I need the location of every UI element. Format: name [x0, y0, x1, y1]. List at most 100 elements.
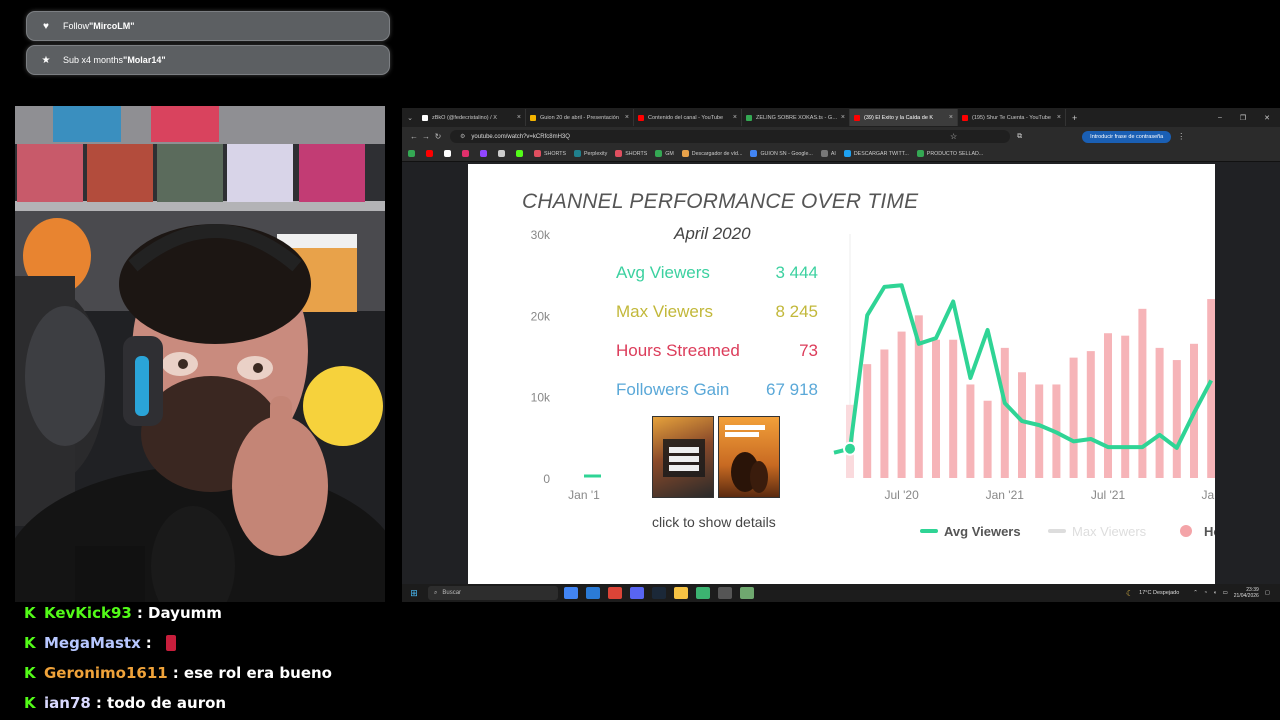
legend-label: Avg Viewers [944, 524, 1021, 539]
bookmark-item[interactable] [426, 150, 436, 157]
bookmark-item[interactable] [498, 150, 508, 157]
site-info-icon[interactable]: ⚙ [460, 133, 465, 140]
bookmark-item[interactable]: GUION SN - Google... [750, 150, 813, 157]
menu-icon[interactable]: ⋮ [1177, 132, 1185, 141]
alert-username: "Molar14" [123, 55, 166, 65]
x-tick-label: Jul '21 [1091, 488, 1126, 502]
edge-icon[interactable] [586, 587, 600, 599]
taskbar-search-input[interactable]: ⌕ Buscar [428, 586, 558, 600]
webcam-image [15, 106, 385, 602]
alert-username: "MircoLM" [89, 21, 135, 31]
weather-moon-icon: ☾ [1126, 588, 1134, 598]
chat-text: : todo de auron [95, 694, 227, 712]
browser-tab[interactable]: zBkO (@fedecristalino) / X × [418, 109, 526, 126]
kick-badge-icon: K [24, 694, 36, 712]
close-icon[interactable]: × [1057, 114, 1061, 121]
alert-prefix: Follow [63, 21, 90, 31]
bookmark-item[interactable]: SHORTS [615, 150, 647, 157]
chat-text: : Dayumm [136, 604, 222, 622]
browser-tab[interactable]: ZELING SOBRE XOKAS.ts - Goo × [742, 109, 850, 126]
chat-username[interactable]: ian78 [44, 694, 91, 712]
browser-tab-active[interactable]: (39) El Éxito y la Caída de K × [850, 109, 958, 126]
password-button[interactable]: Introducir frase de contraseña [1082, 130, 1172, 143]
clock[interactable]: 23:39 21/04/2026 [1234, 587, 1259, 599]
chart-bar [1086, 351, 1095, 478]
bookmark-item[interactable]: PRODUCTO SELLAD... [916, 150, 983, 157]
notion-icon[interactable] [718, 587, 732, 599]
youtube-icon [962, 114, 968, 121]
chat-message: K Geronimo1611 : ese rol era bueno [24, 660, 332, 686]
star-icon: ★ [41, 54, 51, 66]
close-icon[interactable]: × [949, 114, 953, 121]
alert-prefix: Sub x4 months [63, 55, 124, 65]
legend-label: Ho [1204, 524, 1215, 539]
bookmark-item[interactable] [480, 150, 490, 157]
bookmark-item[interactable] [516, 150, 526, 157]
reload-icon[interactable]: ↻ [432, 132, 444, 141]
folder-icon[interactable] [674, 587, 688, 599]
volume-icon[interactable]: ◖ [1213, 590, 1216, 596]
chart-bar [1104, 333, 1112, 478]
webcam-feed [15, 106, 385, 602]
emote-icon [165, 635, 176, 651]
y-tick-label: 30k [531, 228, 551, 242]
bookmark-item[interactable]: Perplexity [573, 150, 607, 157]
close-icon[interactable]: × [625, 114, 629, 121]
tab-bar: ⌄ zBkO (@fedecristalino) / X × Guion 20 d… [402, 108, 1280, 127]
close-icon[interactable]: × [733, 114, 737, 121]
chat-username[interactable]: Geronimo1611 [44, 664, 168, 682]
chart-bar [983, 400, 992, 478]
chart-bar [1035, 384, 1044, 478]
new-tab-icon[interactable]: + [1072, 113, 1077, 123]
chat-username[interactable]: MegaMastx [44, 634, 141, 652]
browser-tab[interactable]: Guion 20 de abril - Presentación × [526, 109, 634, 126]
chart-bar [897, 331, 906, 478]
bookmark-item[interactable]: GM [655, 150, 674, 157]
maximize-icon[interactable]: ❐ [1240, 114, 1246, 122]
chart-bar [1138, 308, 1147, 478]
wifi-icon[interactable]: ◔ [1204, 590, 1207, 596]
browser-tab[interactable]: (195) Shur Te Cuenta - YouTube × [958, 109, 1066, 126]
y-tick-label: 10k [531, 391, 551, 405]
bookmark-item[interactable] [462, 150, 472, 157]
bookmark-item[interactable]: AI [820, 150, 836, 157]
notifications-icon[interactable]: ▢ [1265, 590, 1270, 596]
legend-label: Max Viewers [1072, 524, 1147, 539]
back-icon[interactable]: ← [408, 132, 420, 141]
url-input[interactable]: ⚙ youtube.com/watch?v=kCRfc8mH3Q [450, 130, 1010, 143]
battery-icon[interactable]: ▭ [1223, 590, 1228, 596]
chrome-icon[interactable] [564, 587, 578, 599]
bookmark-star-icon[interactable]: ☆ [950, 132, 957, 141]
search-icon: ⌕ [434, 589, 438, 596]
x-icon [422, 114, 428, 121]
x-tick-label: Jan [1202, 488, 1215, 502]
tray-chevron-icon[interactable]: ⌃ [1193, 590, 1198, 596]
app-icon[interactable] [740, 587, 754, 599]
chat-username[interactable]: KevKick93 [44, 604, 132, 622]
app-icon[interactable] [696, 587, 710, 599]
forward-icon[interactable]: → [420, 132, 432, 141]
youtube-icon [854, 114, 860, 121]
y-tick-label: 20k [531, 309, 551, 323]
close-window-icon[interactable]: ✕ [1264, 114, 1270, 122]
video-frame[interactable]: CHANNEL PERFORMANCE OVER TIME April 2020… [468, 164, 1215, 585]
windows-start-icon[interactable]: ⊞ [406, 588, 422, 599]
bookmark-item[interactable]: DESCARGAR TWITT... [843, 150, 909, 157]
steam-icon[interactable] [652, 587, 666, 599]
tab-search-icon[interactable]: ⌄ [402, 114, 418, 122]
minimize-icon[interactable]: – [1218, 114, 1222, 122]
browser-tab[interactable]: Contenido del canal - YouTube × [634, 109, 742, 126]
discord-icon[interactable] [630, 587, 644, 599]
performance-chart: 0 10k 20k 30k Jan '1 Jul '20 Jan '21 Jul '21 Jan… [531, 228, 1215, 539]
bookmark-item[interactable]: SHORTS [534, 150, 566, 157]
bookmark-item[interactable] [444, 150, 454, 157]
close-icon[interactable]: × [517, 114, 521, 121]
system-tray: ☾ 17°C Despejado ⌃ ◔ ◖ ▭ 23:39 21/04/202… [1126, 584, 1270, 602]
extensions-icon[interactable]: ⧉ [1017, 133, 1022, 141]
close-icon[interactable]: × [841, 114, 845, 121]
bookmark-item[interactable] [408, 150, 418, 157]
chrome-alt-icon[interactable] [608, 587, 622, 599]
bookmark-item[interactable]: Descargador de víd... [681, 150, 742, 157]
heart-icon: ♥ [43, 20, 49, 32]
youtube-icon [638, 114, 644, 121]
